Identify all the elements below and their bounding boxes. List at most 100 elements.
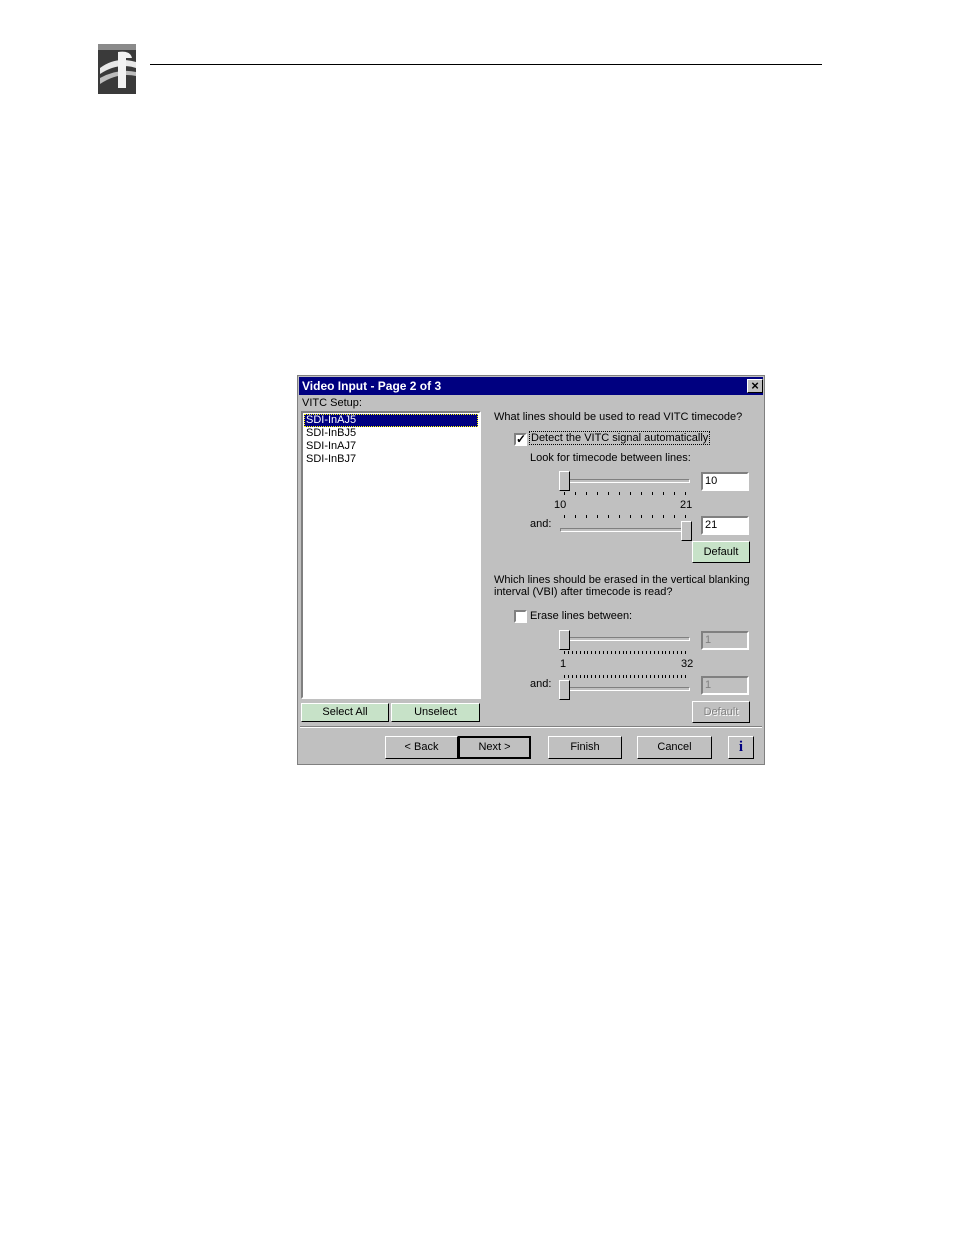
start-line-slider-thumb[interactable] — [559, 471, 570, 491]
slider-tick — [597, 515, 598, 518]
erase-question-line2: interval (VBI) after timecode is read? — [494, 586, 673, 598]
slider-tick — [615, 675, 616, 678]
slider-tick — [681, 651, 682, 654]
slider-tick — [630, 515, 631, 518]
slider-tick — [650, 651, 651, 654]
erase-end-slider-track[interactable] — [560, 687, 690, 691]
slider-tick — [580, 675, 581, 678]
slider-tick — [595, 651, 596, 654]
slider-tick — [572, 675, 573, 678]
slider-tick — [584, 675, 585, 678]
slider-tick — [646, 651, 647, 654]
end-line-slider-thumb[interactable] — [681, 521, 692, 541]
slider-tick — [654, 675, 655, 678]
slider-tick — [673, 651, 674, 654]
cancel-button[interactable]: Cancel — [637, 736, 712, 759]
erase-start-field[interactable]: 1 — [701, 631, 749, 650]
slider-tick — [591, 675, 592, 678]
start-line-slider-track[interactable] — [560, 479, 690, 483]
erase-start-ticks — [564, 651, 686, 655]
slider-tick — [599, 675, 600, 678]
video-input-dialog: Video Input - Page 2 of 3 × VITC Setup: … — [297, 375, 765, 765]
slider-tick — [599, 651, 600, 654]
erase-start-slider-thumb[interactable] — [559, 630, 570, 650]
slider-tick — [669, 675, 670, 678]
slider-tick — [642, 651, 643, 654]
close-button[interactable]: × — [747, 378, 763, 393]
erase-end-slider-thumb[interactable] — [559, 680, 570, 700]
detect-checkbox[interactable]: ✓ — [514, 432, 527, 446]
slider-tick — [568, 675, 569, 678]
slider-tick — [587, 675, 588, 678]
end-line-slider-track[interactable] — [560, 528, 690, 532]
slider-tick — [597, 492, 598, 495]
footer-separator — [300, 726, 762, 728]
vitc-setup-label: VITC Setup: — [302, 397, 362, 409]
slider-tick — [641, 515, 642, 518]
slider-tick — [669, 651, 670, 654]
list-item[interactable]: SDI-InAJ5 — [304, 414, 478, 427]
slider-tick — [685, 675, 686, 678]
slider-tick — [626, 651, 627, 654]
erase-default-button[interactable]: Default — [692, 701, 750, 723]
slider-tick — [658, 675, 659, 678]
detect-label[interactable]: Detect the VITC signal automatically — [528, 431, 711, 445]
erase-end-ticks — [564, 675, 686, 679]
finish-button[interactable]: Finish — [548, 736, 622, 759]
slider-tick — [607, 675, 608, 678]
slider-tick — [677, 675, 678, 678]
slider-tick — [641, 492, 642, 495]
slider-tick — [650, 675, 651, 678]
slider-tick — [662, 651, 663, 654]
next-button[interactable]: Next > — [458, 736, 531, 759]
erase-checkbox[interactable] — [514, 610, 527, 623]
info-button[interactable]: i — [728, 736, 754, 759]
slider-tick — [652, 492, 653, 495]
slider-tick — [564, 675, 565, 678]
slider-tick — [586, 515, 587, 518]
slider-tick — [572, 651, 573, 654]
read-question: What lines should be used to read VITC t… — [494, 411, 743, 423]
erase-start-slider-track[interactable] — [560, 637, 690, 641]
slider-tick — [654, 651, 655, 654]
select-all-button[interactable]: Select All — [301, 703, 389, 722]
slider-tick — [603, 675, 604, 678]
list-item[interactable]: SDI-InAJ7 — [304, 440, 478, 453]
erase-question-line1: Which lines should be erased in the vert… — [494, 574, 750, 586]
slider-tick — [626, 675, 627, 678]
slider-tick — [615, 651, 616, 654]
vitc-input-list[interactable]: SDI-InAJ5 SDI-InBJ5 SDI-InAJ7 SDI-InBJ7 — [301, 411, 481, 699]
slider-tick — [646, 675, 647, 678]
end-line-field[interactable]: 21 — [701, 516, 749, 535]
title-bar[interactable]: Video Input - Page 2 of 3 × — [299, 377, 763, 395]
header-rule — [150, 64, 822, 65]
slider-tick — [665, 675, 666, 678]
slider-tick — [564, 515, 565, 518]
slider-tick — [608, 492, 609, 495]
unselect-button[interactable]: Unselect — [391, 703, 480, 722]
erase-label[interactable]: Erase lines between: — [530, 610, 632, 622]
slider-tick — [642, 675, 643, 678]
erase-and-label: and: — [530, 678, 552, 690]
slider-tick — [685, 492, 686, 495]
read-default-button[interactable]: Default — [692, 541, 750, 563]
and-label: and: — [530, 518, 552, 530]
range-min-label: 10 — [554, 499, 567, 511]
slider-tick — [685, 515, 686, 518]
slider-tick — [634, 651, 635, 654]
slider-tick — [634, 675, 635, 678]
check-mark-icon: ✓ — [516, 432, 527, 446]
list-item[interactable]: SDI-InBJ7 — [304, 453, 478, 466]
slider-tick — [619, 675, 620, 678]
erase-max-label: 32 — [681, 658, 694, 670]
start-line-field[interactable]: 10 — [701, 472, 749, 491]
slider-tick — [630, 492, 631, 495]
erase-end-field[interactable]: 1 — [701, 676, 749, 695]
slider-tick — [595, 675, 596, 678]
start-line-ticks — [564, 492, 686, 496]
slider-tick — [673, 675, 674, 678]
slider-tick — [576, 651, 577, 654]
list-item[interactable]: SDI-InBJ5 — [304, 427, 478, 440]
dialog-title: Video Input - Page 2 of 3 — [302, 379, 442, 393]
back-button[interactable]: < Back — [385, 736, 458, 759]
